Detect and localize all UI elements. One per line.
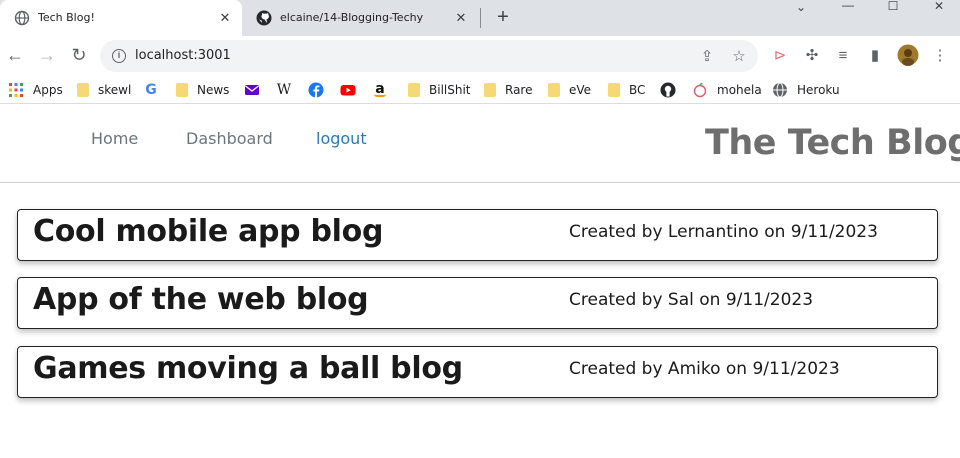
bookmark-google[interactable]: G xyxy=(143,80,168,100)
address-bar[interactable]: i localhost:3001 ⇪ ☆ xyxy=(100,40,758,72)
github-icon xyxy=(660,82,676,98)
apps-grid-icon xyxy=(8,82,24,98)
media-controls-icon[interactable]: ≡ xyxy=(833,46,853,66)
bookmark-amazon[interactable]: a xyxy=(372,80,397,100)
bookmark-label: Rare xyxy=(505,83,533,97)
bookmark-youtube[interactable] xyxy=(340,80,365,100)
mail-icon xyxy=(244,82,260,98)
github-icon xyxy=(256,10,272,26)
bookmark-label: eVe xyxy=(569,83,592,97)
bookmark-heroku[interactable]: Heroku xyxy=(772,80,840,100)
tab-title: Tech Blog! xyxy=(38,11,95,24)
post-title[interactable]: Cool mobile app blog xyxy=(33,214,383,249)
globe-icon xyxy=(14,10,30,26)
site-title: The Tech Blog! xyxy=(705,123,960,163)
tab-tech-blog[interactable]: Tech Blog! ✕ xyxy=(0,0,242,36)
bookmark-facebook[interactable] xyxy=(308,80,333,100)
post-card[interactable]: App of the web blog Created by Sal on 9/… xyxy=(17,277,938,329)
side-panel-icon[interactable]: ▮ xyxy=(865,46,885,66)
minimize-icon[interactable]: — xyxy=(825,0,871,12)
bookmark-bc[interactable]: BC xyxy=(606,80,645,100)
bookmark-apps[interactable]: Apps xyxy=(8,80,63,100)
chrome-menu-icon[interactable]: ⋮ xyxy=(930,46,950,66)
google-icon: G xyxy=(145,82,157,98)
mohela-icon xyxy=(692,82,708,98)
bookmark-label: BillShit xyxy=(429,83,471,97)
tab-title: elcaine/14-Blogging-Techy xyxy=(280,11,424,24)
youtube-icon xyxy=(340,82,356,98)
bookmark-billshit[interactable]: BillShit xyxy=(406,80,471,100)
tab-separator xyxy=(480,8,481,28)
url-text[interactable]: localhost:3001 xyxy=(135,48,231,63)
folder-icon xyxy=(408,83,420,97)
bookmark-wikipedia[interactable]: W xyxy=(276,80,301,100)
close-window-icon[interactable]: ✕ xyxy=(916,0,960,13)
tab-search-chevron-icon[interactable]: ⌄ xyxy=(778,0,824,14)
facebook-icon xyxy=(308,82,324,98)
browser-toolbar: ← → ↻ i localhost:3001 ⇪ ☆ ⊳ ✣ ≡ ▮ ⋮ xyxy=(0,36,960,76)
maximize-icon[interactable]: ☐ xyxy=(870,0,916,13)
bookmark-label: News xyxy=(197,83,230,97)
tab-github-repo[interactable]: elcaine/14-Blogging-Techy ✕ xyxy=(242,0,478,36)
bookmark-label: skewl xyxy=(98,83,132,97)
bookmarks-bar: Apps skewl G News W a BillShit Rare eVe … xyxy=(0,76,960,104)
extensions-puzzle-icon[interactable]: ✣ xyxy=(802,46,822,66)
nav-dashboard-link[interactable]: Dashboard xyxy=(186,129,273,148)
bookmark-label: mohela xyxy=(717,83,762,97)
folder-icon xyxy=(548,83,560,97)
tab-strip: Tech Blog! ✕ elcaine/14-Blogging-Techy ✕… xyxy=(0,0,960,36)
reload-icon[interactable]: ↻ xyxy=(67,44,91,68)
nav-home-link[interactable]: Home xyxy=(91,129,138,148)
folder-icon xyxy=(484,83,496,97)
post-card[interactable]: Cool mobile app blog Created by Lernanti… xyxy=(17,209,938,261)
globe-icon xyxy=(772,82,788,98)
wikipedia-icon: W xyxy=(276,82,292,98)
nav-logout-link[interactable]: logout xyxy=(316,129,367,148)
folder-icon xyxy=(77,83,89,97)
extension-icon[interactable]: ⊳ xyxy=(770,46,790,66)
folder-icon xyxy=(608,83,620,97)
forward-arrow-icon[interactable]: → xyxy=(35,44,59,68)
new-tab-icon[interactable]: + xyxy=(492,7,514,29)
bookmark-label: BC xyxy=(629,83,646,97)
post-title[interactable]: Games moving a ball blog xyxy=(33,351,463,386)
post-meta: Created by Amiko on 9/11/2023 xyxy=(569,359,840,379)
bookmark-skewl[interactable]: skewl xyxy=(75,80,131,100)
page-content: Home Dashboard logout The Tech Blog! Coo… xyxy=(0,105,960,458)
bookmark-mohela[interactable]: mohela xyxy=(692,80,762,100)
avatar[interactable] xyxy=(897,44,919,66)
bookmark-news[interactable]: News xyxy=(174,80,229,100)
bookmark-label: Heroku xyxy=(797,83,840,97)
site-info-icon[interactable]: i xyxy=(112,49,126,63)
post-title[interactable]: App of the web blog xyxy=(33,282,369,317)
bookmark-star-icon[interactable]: ☆ xyxy=(730,48,748,66)
post-meta: Created by Sal on 9/11/2023 xyxy=(569,290,814,310)
post-meta: Created by Lernantino on 9/11/2023 xyxy=(569,222,878,242)
bookmark-eve[interactable]: eVe xyxy=(546,80,591,100)
post-card[interactable]: Games moving a ball blog Created by Amik… xyxy=(17,346,938,398)
close-tab-icon[interactable]: ✕ xyxy=(218,11,232,25)
folder-icon xyxy=(176,83,188,97)
bookmark-rare[interactable]: Rare xyxy=(482,80,532,100)
bookmark-github[interactable] xyxy=(660,80,685,100)
close-tab-icon[interactable]: ✕ xyxy=(454,11,468,25)
amazon-icon: a xyxy=(374,81,386,97)
bookmark-label: Apps xyxy=(33,83,63,97)
share-icon[interactable]: ⇪ xyxy=(698,48,716,66)
bookmark-mail[interactable] xyxy=(244,80,269,100)
site-header: Home Dashboard logout The Tech Blog! xyxy=(0,105,960,183)
back-arrow-icon[interactable]: ← xyxy=(3,44,27,68)
